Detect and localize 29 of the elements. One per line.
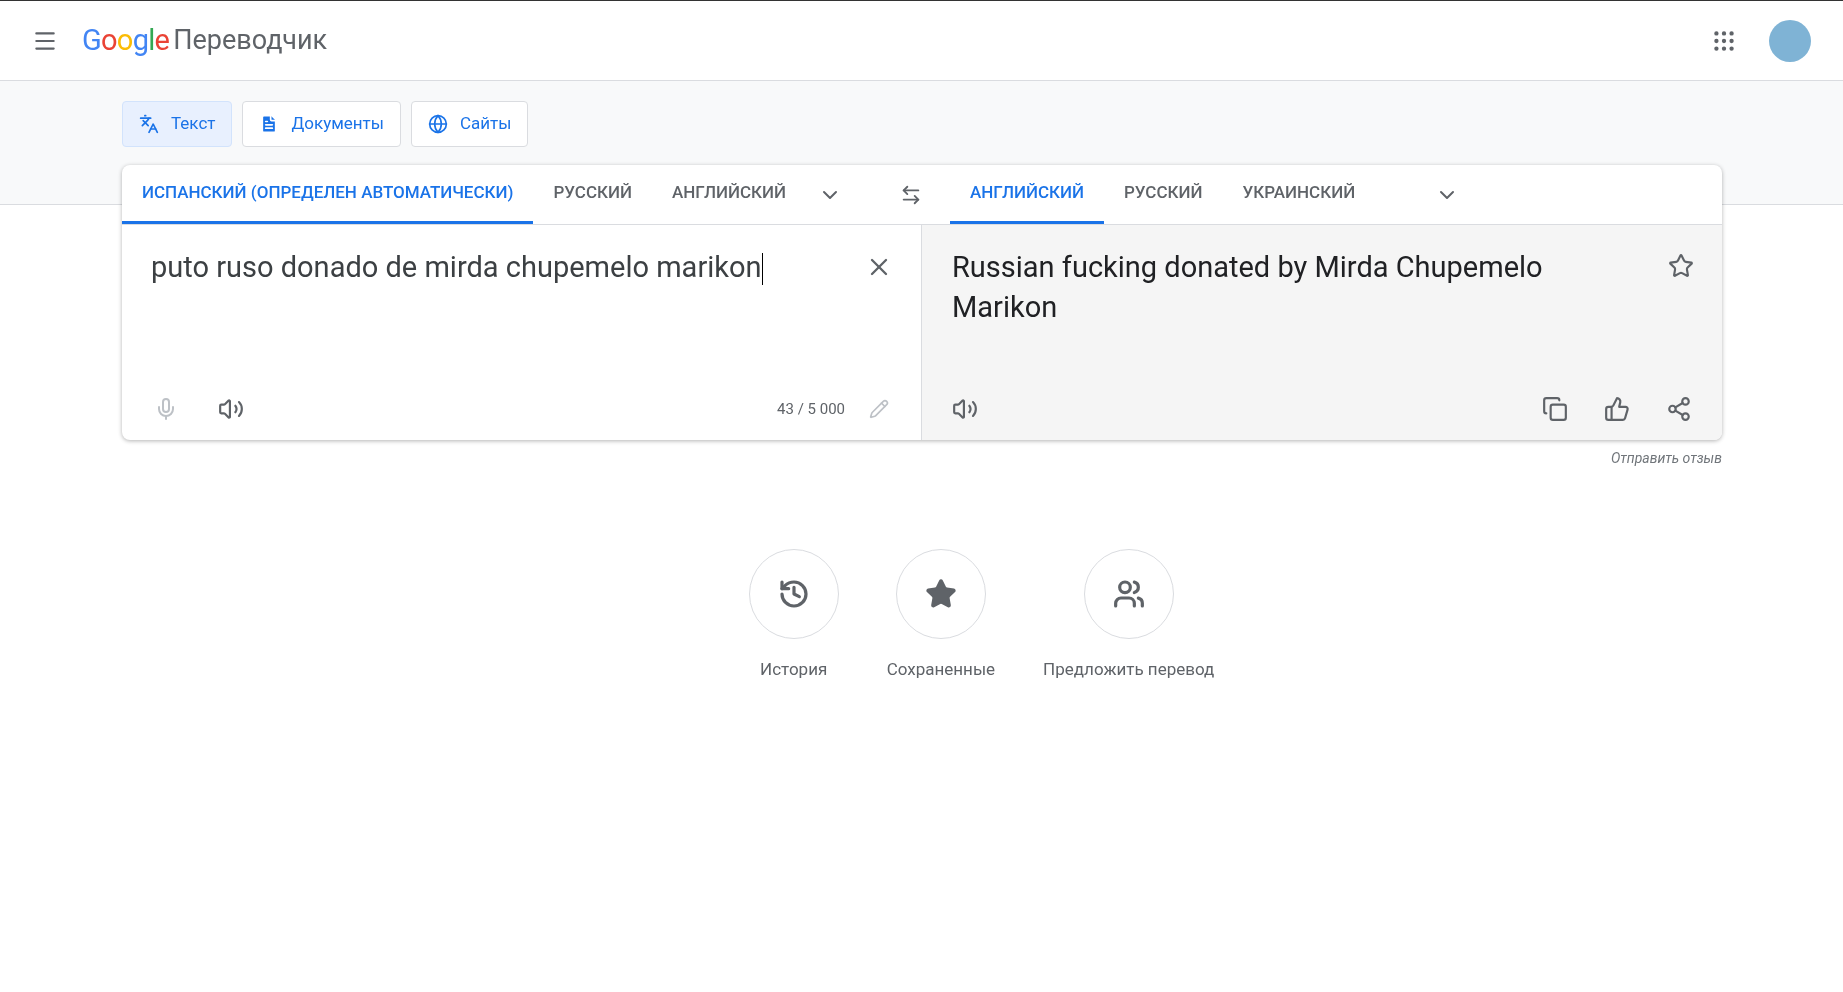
star-icon — [924, 578, 957, 610]
language-tab[interactable]: РУССКИЙ — [533, 165, 653, 224]
source-text-field[interactable]: puto ruso donado de mirda chupemelo marikon — [151, 247, 865, 287]
globe-icon — [428, 114, 448, 134]
speaker-icon[interactable] — [218, 396, 244, 422]
language-tab[interactable]: РУССКИЙ — [1104, 165, 1223, 224]
copy-icon[interactable] — [1542, 396, 1568, 422]
mode-tab[interactable]: Документы — [242, 101, 401, 147]
history-icon — [777, 578, 810, 610]
mode-tab[interactable]: Текст — [122, 101, 233, 147]
people-icon — [1112, 578, 1145, 610]
mode-tab[interactable]: Сайты — [411, 101, 529, 147]
translation-text: Russian fucking donated by Mirda Chupemelo Marikon — [952, 249, 1544, 326]
language-tab[interactable]: УКРАИНСКИЙ — [1222, 165, 1376, 224]
google-logo[interactable]: Google — [82, 18, 170, 63]
language-tab[interactable]: АНГЛИЙСКИЙ — [652, 165, 806, 224]
speaker-icon[interactable] — [952, 396, 978, 422]
swap-icon[interactable] — [900, 183, 922, 206]
star-icon[interactable] — [1668, 253, 1694, 279]
shortcut-label: Предложить перевод — [1043, 658, 1215, 681]
rating-icon[interactable] — [1604, 396, 1630, 422]
share-icon[interactable] — [1666, 396, 1692, 422]
product-name: Переводчик — [173, 23, 328, 59]
shortcut-label: Сохраненные — [886, 658, 996, 681]
shortcut-label: История — [760, 658, 828, 681]
translate-icon — [139, 114, 159, 134]
language-tab[interactable]: ИСПАНСКИЙ (ОПРЕДЕЛЕН АВТОМАТИЧЕСКИ) — [122, 165, 534, 224]
character-count: 43 / 5 000 — [777, 398, 845, 420]
feedback-link[interactable]: Отправить отзыв — [1610, 448, 1722, 469]
